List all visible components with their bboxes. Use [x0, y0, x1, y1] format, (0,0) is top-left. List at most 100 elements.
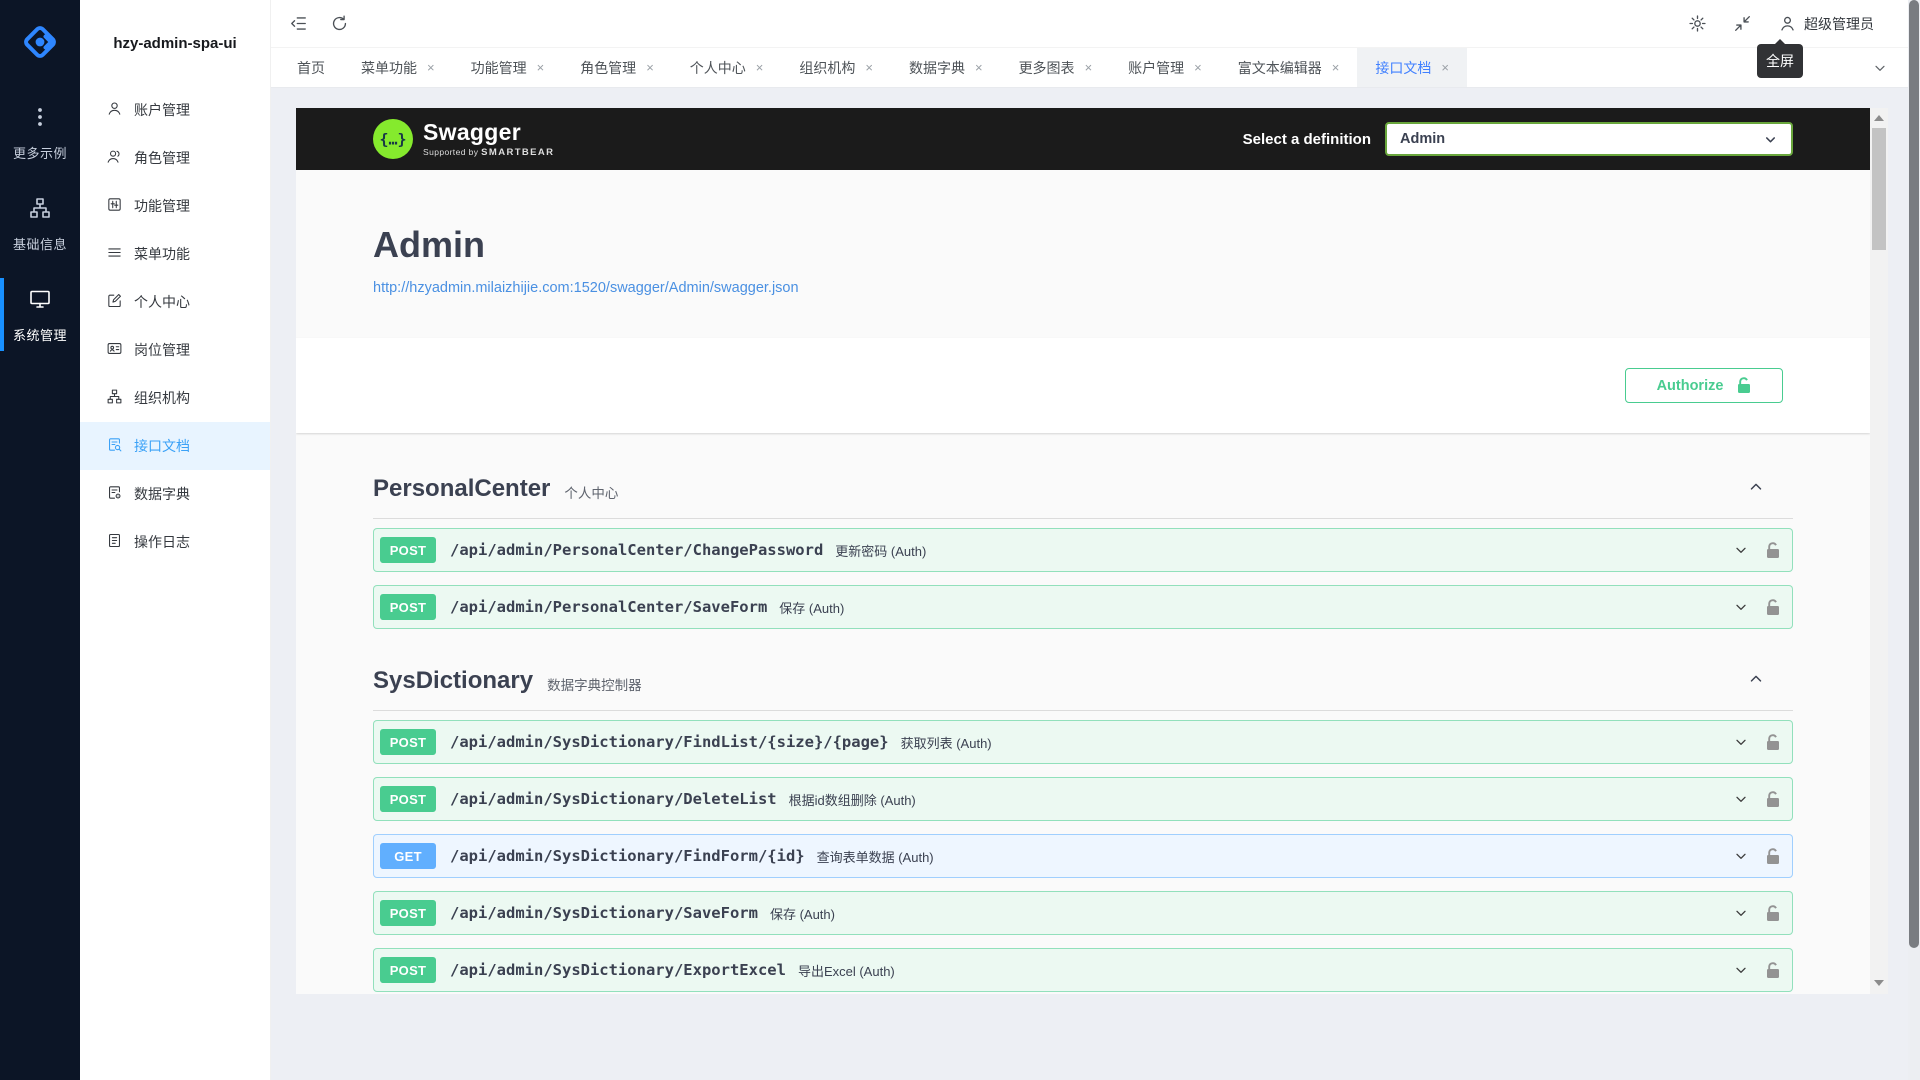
api-info: Admin http://hzyadmin.milaizhijie.com:15…	[353, 170, 1813, 297]
tab-close-icon[interactable]: ×	[865, 61, 873, 74]
tab-close-icon[interactable]: ×	[1085, 61, 1093, 74]
sidebar-item-岗位管理[interactable]: 岗位管理	[80, 326, 270, 374]
endpoint-path: /api/admin/SysDictionary/FindForm/{id}	[450, 847, 805, 865]
sidebar-item-功能管理[interactable]: 功能管理	[80, 182, 270, 230]
sidebar-item-角色管理[interactable]: 角色管理	[80, 134, 270, 182]
tab-close-icon[interactable]: ×	[756, 61, 764, 74]
scroll-down-arrow-icon[interactable]	[1874, 980, 1884, 986]
method-badge: POST	[380, 786, 436, 812]
chevron-up-icon[interactable]	[1747, 670, 1765, 693]
section-description: 个人中心	[564, 476, 618, 502]
tab-组织机构[interactable]: 组织机构 ×	[781, 48, 891, 87]
chevron-down-icon[interactable]	[1733, 542, 1749, 558]
api-title: Admin	[373, 224, 1793, 266]
tab-账户管理[interactable]: 账户管理 ×	[1110, 48, 1220, 87]
sidebar-item-组织机构[interactable]: 组织机构	[80, 374, 270, 422]
endpoint-row[interactable]: POST/api/admin/PersonalCenter/SaveForm保存…	[373, 585, 1793, 629]
tab-close-icon[interactable]: ×	[1332, 61, 1340, 74]
tab-close-icon[interactable]: ×	[646, 61, 654, 74]
tab-label: 数据字典	[909, 58, 965, 78]
endpoint-description: 保存 (Auth)	[770, 903, 835, 923]
unlock-icon	[1737, 377, 1751, 394]
tab-options-chevron-icon[interactable]	[1872, 48, 1888, 88]
auth-lock-icon[interactable]	[1766, 734, 1780, 751]
tab-富文本编辑器[interactable]: 富文本编辑器×	[1220, 48, 1358, 87]
section-header[interactable]: PersonalCenter个人中心	[373, 475, 1793, 519]
method-badge: POST	[380, 729, 436, 755]
authorize-button[interactable]: Authorize	[1625, 368, 1783, 403]
auth-lock-icon[interactable]	[1766, 791, 1780, 808]
definition-select-value: Admin	[1400, 131, 1445, 147]
chevron-down-icon[interactable]	[1733, 848, 1749, 864]
tab-更多图表[interactable]: 更多图表×	[1001, 48, 1111, 87]
settings-gear-icon[interactable]	[1688, 14, 1707, 33]
tab-菜单功能[interactable]: 菜单功能×	[343, 48, 453, 87]
endpoint-description: 导出Excel (Auth)	[798, 960, 895, 980]
tab-label: 组织机构	[799, 58, 855, 78]
sidebar-item-个人中心[interactable]: 个人中心	[80, 278, 270, 326]
swagger-supported-by: Supported by SMARTBEAR	[423, 147, 554, 158]
auth-lock-icon[interactable]	[1766, 542, 1780, 559]
chevron-down-icon[interactable]	[1733, 599, 1749, 615]
auth-lock-icon[interactable]	[1766, 599, 1780, 616]
auth-lock-icon[interactable]	[1766, 905, 1780, 922]
rail-item-更多示例[interactable]: 更多示例	[0, 90, 80, 175]
api-spec-link[interactable]: http://hzyadmin.milaizhijie.com:1520/swa…	[373, 280, 799, 296]
endpoint-row[interactable]: GET/api/admin/SysDictionary/FindForm/{id…	[373, 834, 1793, 878]
sidebar-item-接口文档[interactable]: 接口文档	[80, 422, 270, 470]
tab-数据字典[interactable]: 数据字典 ×	[891, 48, 1001, 87]
endpoint-row[interactable]: POST/api/admin/PersonalCenter/ChangePass…	[373, 528, 1793, 572]
window-scrollbar[interactable]	[1908, 0, 1920, 1080]
tab-close-icon[interactable]: ×	[537, 61, 545, 74]
fullscreen-exit-icon[interactable]	[1733, 14, 1752, 33]
swagger-logo[interactable]: {…} Swagger Supported by SMARTBEAR	[373, 119, 554, 159]
tab-close-icon[interactable]: ×	[427, 61, 435, 74]
endpoint-description: 根据id数组删除 (Auth)	[789, 789, 916, 809]
primary-rail: 更多示例基础信息系统管理	[0, 0, 80, 1080]
swagger-scrollbar-thumb[interactable]	[1872, 128, 1886, 250]
definition-select[interactable]: Admin	[1385, 122, 1793, 156]
chevron-down-icon[interactable]	[1733, 791, 1749, 807]
swagger-scrollbar[interactable]	[1870, 108, 1888, 994]
tab-接口文档[interactable]: 接口文档 ×	[1357, 48, 1467, 87]
endpoint-row[interactable]: POST/api/admin/SysDictionary/DeleteList根…	[373, 777, 1793, 821]
auth-lock-icon[interactable]	[1766, 848, 1780, 865]
tab-close-icon[interactable]: ×	[1194, 61, 1202, 74]
tab-label: 接口文档	[1375, 58, 1431, 78]
tab-个人中心[interactable]: 个人中心×	[672, 48, 782, 87]
tab-close-icon[interactable]: ×	[1441, 61, 1449, 74]
tab-功能管理[interactable]: 功能管理×	[453, 48, 563, 87]
endpoint-actions	[1733, 599, 1780, 616]
user-name: 超级管理员	[1804, 14, 1874, 34]
tab-角色管理[interactable]: 角色管理×	[562, 48, 672, 87]
logo-diamond-icon	[20, 22, 60, 62]
endpoint-row[interactable]: POST/api/admin/SysDictionary/SaveForm保存 …	[373, 891, 1793, 935]
refresh-icon[interactable]	[330, 14, 349, 33]
scroll-up-arrow-icon[interactable]	[1874, 115, 1884, 121]
chevron-down-icon[interactable]	[1733, 905, 1749, 921]
auth-lock-icon[interactable]	[1766, 962, 1780, 979]
menu-fold-icon[interactable]	[289, 14, 308, 33]
tab-label: 账户管理	[1128, 58, 1184, 78]
endpoint-row[interactable]: POST/api/admin/SysDictionary/FindList/{s…	[373, 720, 1793, 764]
endpoint-actions	[1733, 791, 1780, 808]
window-scrollbar-thumb[interactable]	[1909, 0, 1919, 948]
section-name: SysDictionary	[373, 667, 533, 695]
chevron-down-icon[interactable]	[1733, 734, 1749, 750]
endpoint-path: /api/admin/PersonalCenter/SaveForm	[450, 598, 767, 616]
app-logo[interactable]	[0, 0, 80, 84]
section-header[interactable]: SysDictionary数据字典控制器	[373, 667, 1793, 711]
tab-close-icon[interactable]: ×	[975, 61, 983, 74]
sidebar-item-操作日志[interactable]: 操作日志	[80, 518, 270, 566]
user-menu[interactable]: 超级管理员	[1778, 14, 1874, 34]
endpoint-actions	[1733, 905, 1780, 922]
tab-首页[interactable]: 首页	[279, 48, 343, 87]
chevron-down-icon[interactable]	[1733, 962, 1749, 978]
rail-item-基础信息[interactable]: 基础信息	[0, 181, 80, 266]
sidebar-item-菜单功能[interactable]: 菜单功能	[80, 230, 270, 278]
chevron-up-icon[interactable]	[1747, 478, 1765, 501]
sidebar-item-账户管理[interactable]: 账户管理	[80, 86, 270, 134]
sidebar-item-数据字典[interactable]: 数据字典	[80, 470, 270, 518]
rail-item-系统管理[interactable]: 系统管理	[0, 272, 80, 357]
endpoint-row[interactable]: POST/api/admin/SysDictionary/ExportExcel…	[373, 948, 1793, 992]
